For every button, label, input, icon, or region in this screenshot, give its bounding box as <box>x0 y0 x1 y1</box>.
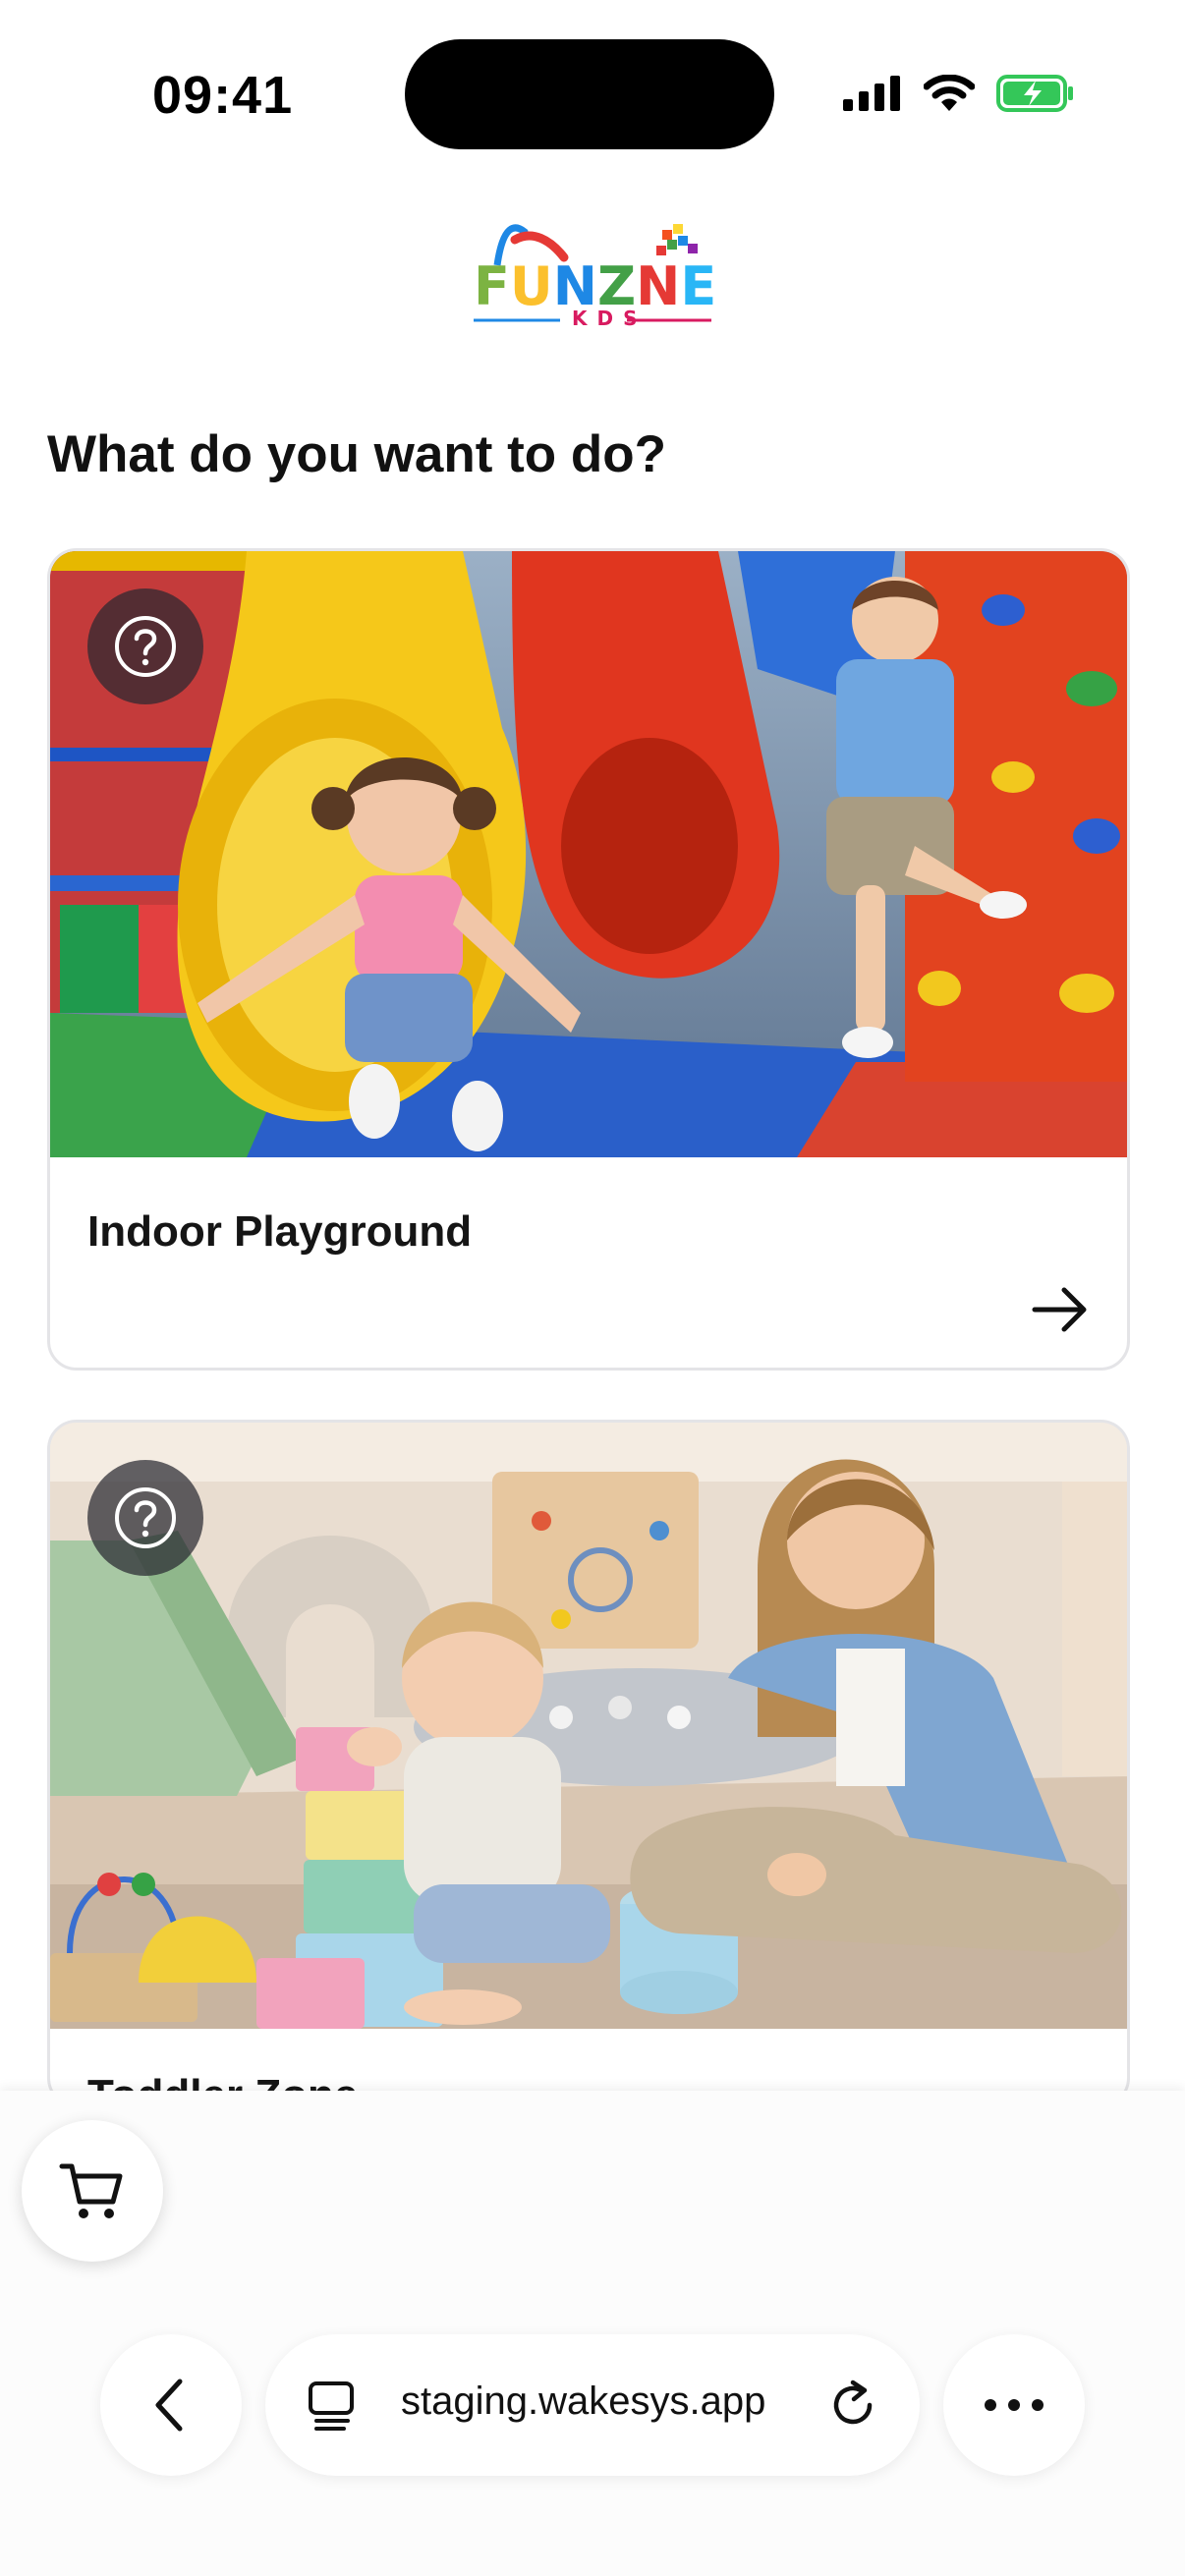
help-button[interactable] <box>87 588 203 704</box>
status-bar: 09:41 <box>0 0 1185 187</box>
page-heading: What do you want to do? <box>47 425 666 483</box>
toddler-zone-photo <box>50 1423 1127 2029</box>
question-circle-icon <box>115 1487 176 1548</box>
url-text: staging.wakesys.app <box>401 2380 766 2423</box>
help-button[interactable] <box>87 1460 203 1576</box>
funzone-kids-logo: FUNZNE KDS <box>474 224 715 328</box>
chevron-left-icon <box>155 2379 183 2432</box>
browser-more-button[interactable] <box>943 2334 1085 2476</box>
more-icon <box>985 2399 1044 2411</box>
battery-charging-icon <box>996 75 1073 112</box>
wifi-icon <box>924 75 975 111</box>
dynamic-island <box>405 39 774 149</box>
indoor-playground-photo <box>50 551 1127 1157</box>
reload-icon[interactable] <box>825 2378 880 2433</box>
card-indoor-playground[interactable]: Indoor Playground <box>47 548 1130 1371</box>
browser-back-button[interactable] <box>100 2334 242 2476</box>
bottom-toolbar-area <box>0 2091 1185 2576</box>
status-icons <box>843 69 1075 118</box>
card-title: Indoor Playground <box>87 1207 473 1256</box>
arrow-right-icon[interactable] <box>1031 1280 1090 1339</box>
browser-address-bar[interactable]: staging.wakesys.app <box>265 2334 920 2476</box>
signal-icon <box>843 76 900 111</box>
question-circle-icon <box>115 616 176 677</box>
cart-icon <box>59 2163 123 2218</box>
tab-icon <box>309 2381 354 2431</box>
svg-text:KDS: KDS <box>572 307 648 328</box>
card-toddler-zone[interactable]: Toddler Zone <box>47 1420 1130 2107</box>
cart-button[interactable] <box>22 2120 163 2262</box>
status-time: 09:41 <box>152 66 294 125</box>
